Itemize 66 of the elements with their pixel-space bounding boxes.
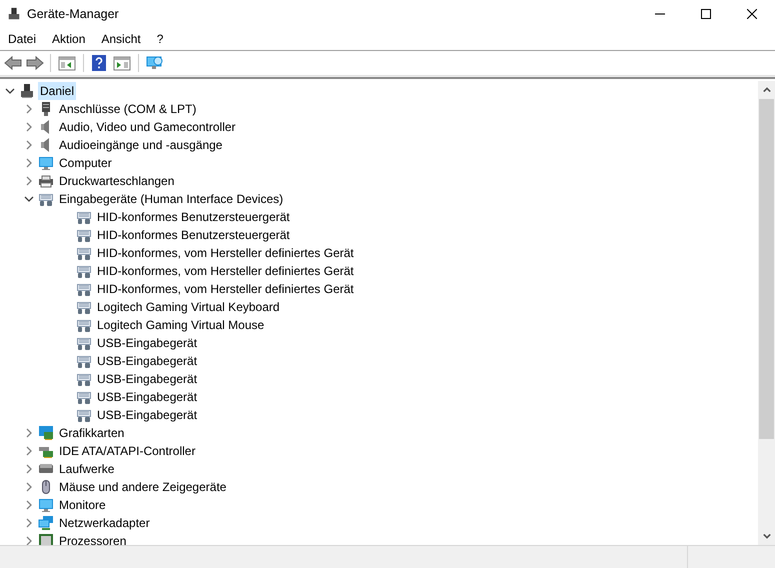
keyboard-icon [76,353,92,369]
menu-item[interactable]: ? [148,30,172,48]
monitor-icon [38,155,54,171]
tree-item[interactable]: HID-konformes, vom Hersteller definiertes Gerät [95,280,356,298]
forward-icon[interactable] [26,55,44,71]
panel-icon[interactable] [113,55,131,71]
tree-item[interactable]: Prozessoren [57,532,128,545]
panel-icon[interactable] [58,55,76,71]
menu-item[interactable]: Ansicht [93,30,149,48]
tree-item[interactable]: USB-Eingabegerät [95,406,200,424]
tree-item[interactable]: Logitech Gaming Virtual Keyboard [95,298,282,316]
help-icon[interactable] [91,55,107,71]
tree-item[interactable]: USB-Eingabegerät [95,352,200,370]
keyboard-icon [76,227,92,243]
chevron-down-icon[interactable] [5,86,15,96]
tree-item[interactable]: Grafikkarten [57,424,126,442]
keyboard-icon [76,263,92,279]
scroll-down-icon[interactable] [762,532,770,540]
tree-item[interactable]: Mäuse und andere Zeigegeräte [57,478,228,496]
tree-item[interactable]: Monitore [57,496,108,514]
keyboard-icon [76,335,92,351]
computer-icon [19,83,35,99]
tree-item[interactable]: Laufwerke [57,460,116,478]
back-icon[interactable] [4,55,22,71]
tree-item[interactable]: Logitech Gaming Virtual Mouse [95,316,266,334]
tree-item[interactable]: Netzwerkadapter [57,514,152,532]
keyboard-icon [38,191,54,207]
tree-item[interactable]: USB-Eingabegerät [95,334,200,352]
tree-item[interactable]: Audioeingänge und -ausgänge [57,136,224,154]
tree-item[interactable]: HID-konformes, vom Hersteller definiertes Gerät [95,244,356,262]
keyboard-icon [76,371,92,387]
tree-item[interactable]: Audio, Video und Gamecontroller [57,118,238,136]
tree-item[interactable]: Druckwarteschlangen [57,172,176,190]
maximize-icon [701,9,711,19]
graphics-card-icon [38,425,54,441]
scrollbar-thumb[interactable] [759,99,774,439]
tree-item[interactable]: Daniel [38,82,76,100]
scrollbar[interactable] [758,81,775,545]
keyboard-icon [76,299,92,315]
close-icon [747,9,757,19]
monitor-icon [38,497,54,513]
tree-item[interactable]: HID-konformes Benutzersteuergerät [95,208,292,226]
printer-icon [38,173,54,189]
keyboard-icon [76,245,92,261]
tree-item[interactable]: USB-Eingabegerät [95,388,200,406]
app-icon [7,7,21,21]
tree-item[interactable]: IDE ATA/ATAPI-Controller [57,442,198,460]
monitor-search-icon[interactable] [146,55,164,71]
menu-item[interactable]: Datei [0,30,44,48]
tree-item[interactable]: Anschlüsse (COM & LPT) [57,100,198,118]
tree-item[interactable]: HID-konformes, vom Hersteller definiertes Gerät [95,262,356,280]
scroll-up-icon[interactable] [762,86,770,94]
tree-item[interactable]: USB-Eingabegerät [95,370,200,388]
tree-item[interactable]: HID-konformes Benutzersteuergerät [95,226,292,244]
keyboard-icon [76,317,92,333]
tree-item[interactable]: Eingabegeräte (Human Interface Devices) [57,190,286,208]
chevron-down-icon[interactable] [24,194,34,204]
menu-item[interactable]: Aktion [44,30,94,48]
window-title: Geräte-Manager [27,6,119,23]
keyboard-icon [76,209,92,225]
keyboard-icon [76,407,92,423]
chip-icon [38,533,54,545]
keyboard-icon [76,389,92,405]
keyboard-icon [76,281,92,297]
tree-item[interactable]: Computer [57,154,114,172]
network-icon [38,515,54,531]
